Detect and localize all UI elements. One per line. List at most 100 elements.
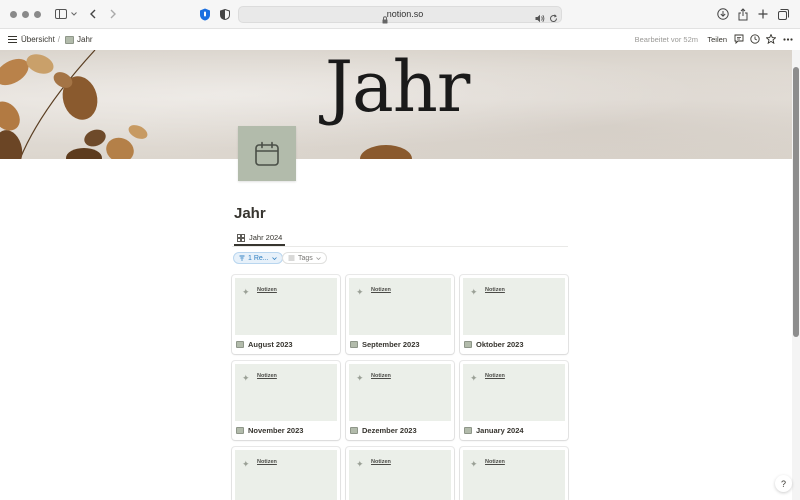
card-preview: ✦ Notizen [349,364,451,421]
clock-icon[interactable] [749,33,761,45]
chevron-down-icon[interactable] [70,6,78,22]
card-preview-text: Notizen [257,459,277,465]
sparkle-icon: ✦ [470,373,478,383]
card-preview: ✦ Notizen [235,278,337,335]
card-preview-text: Notizen [371,459,391,465]
vertical-scrollbar[interactable] [792,50,800,500]
forward-icon[interactable] [108,6,118,22]
minimize-window-button[interactable] [22,11,29,18]
star-icon[interactable] [765,33,777,45]
filter-pill[interactable]: 1 Re... [233,252,283,264]
speaker-icon[interactable] [535,10,545,28]
gallery-card[interactable]: ✦ Notizen [232,447,340,500]
menu-icon[interactable] [6,33,18,45]
page-title[interactable]: Jahr [234,205,266,222]
cover-image[interactable]: Jahr [0,50,792,159]
gallery-card[interactable]: ✦ Notizen Oktober 2023 [460,275,568,354]
calendar-icon [350,426,358,434]
card-preview: ✦ Notizen [463,450,565,500]
card-preview-text: Notizen [485,459,505,465]
comment-icon[interactable] [733,33,745,45]
download-icon[interactable] [716,6,729,22]
cover-title: Jahr [325,50,470,128]
card-preview-text: Notizen [257,287,277,293]
sparkle-icon: ✦ [470,287,478,297]
card-preview: ✦ Notizen [349,450,451,500]
scrollbar-thumb[interactable] [793,67,799,337]
chevron-down-icon [316,256,321,260]
gallery-card[interactable]: ✦ Notizen [460,447,568,500]
filter-icon [239,255,245,261]
card-preview: ✦ Notizen [235,364,337,421]
sidebar-toggle-icon[interactable] [54,6,68,22]
calendar-icon [236,340,244,348]
tags-filter-pill[interactable]: Tags [282,252,327,264]
gallery-card[interactable]: ✦ Notizen [346,447,454,500]
card-title: September 2023 [362,339,420,349]
url-text: notion.so [386,9,424,19]
address-bar[interactable]: notion.so [238,6,562,24]
sparkle-icon: ✦ [356,373,364,383]
breadcrumb-separator: / [57,35,61,44]
calendar-icon [236,426,244,434]
breadcrumb-current[interactable]: Jahr [77,35,93,44]
gallery-card[interactable]: ✦ Notizen January 2024 [460,361,568,440]
new-tab-icon[interactable] [757,6,769,22]
gallery-card[interactable]: ✦ Notizen August 2023 [232,275,340,354]
more-icon[interactable] [782,33,794,45]
breadcrumb: Übersicht / Jahr [21,35,93,44]
zoom-window-button[interactable] [34,11,41,18]
tab-label: Jahr 2024 [249,233,283,242]
calendar-icon [65,35,75,44]
sparkle-icon: ✦ [356,287,364,297]
card-preview: ✦ Notizen [463,278,565,335]
card-title: Dezember 2023 [362,425,417,435]
card-preview-text: Notizen [485,287,505,293]
calendar-icon [255,141,279,166]
gallery-card[interactable]: ✦ Notizen November 2023 [232,361,340,440]
close-window-button[interactable] [10,11,17,18]
tab-gallery-view[interactable]: Jahr 2024 [234,231,286,246]
card-footer: September 2023 [350,338,420,350]
list-icon [288,255,295,261]
card-footer: Oktober 2023 [464,338,524,350]
tags-label: Tags [298,254,313,262]
card-preview: ✦ Notizen [235,450,337,500]
back-icon[interactable] [88,6,98,22]
card-footer: November 2023 [236,424,303,436]
leaf-illustration [360,145,412,159]
share-icon[interactable] [737,6,749,22]
reload-icon[interactable] [549,10,558,28]
tab-overview-icon[interactable] [777,6,790,22]
calendar-icon [464,426,472,434]
share-button[interactable]: Teilen [707,35,727,44]
privacy-extension-icon[interactable] [198,6,211,22]
notion-topbar: Übersicht / Jahr Bearbeitet vor 52m Teil… [0,29,800,49]
browser-toolbar: notion.so [0,0,800,29]
card-preview: ✦ Notizen [463,364,565,421]
sparkle-icon: ✦ [242,287,250,297]
card-preview: ✦ Notizen [349,278,451,335]
card-preview-text: Notizen [371,373,391,379]
card-title: Oktober 2023 [476,339,524,349]
gallery-card[interactable]: ✦ Notizen September 2023 [346,275,454,354]
shield-icon[interactable] [219,6,231,22]
sparkle-icon: ✦ [242,459,250,469]
card-title: November 2023 [248,425,304,435]
gallery-card[interactable]: ✦ Notizen Dezember 2023 [346,361,454,440]
tabs-divider [232,246,568,247]
last-edited-label: Bearbeitet vor 52m [634,35,698,44]
card-preview-text: Notizen [371,287,391,293]
help-button[interactable]: ? [775,475,792,492]
card-title: January 2024 [476,425,524,435]
calendar-icon [350,340,358,348]
page-icon[interactable] [238,126,296,181]
gallery-grid-icon [237,233,245,242]
chevron-down-icon [271,256,277,260]
filter-label: 1 Re... [248,254,269,262]
breadcrumb-root[interactable]: Übersicht [21,35,55,44]
calendar-icon [464,340,472,348]
card-footer: Dezember 2023 [350,424,417,436]
card-footer: January 2024 [464,424,524,436]
card-footer: August 2023 [236,338,293,350]
